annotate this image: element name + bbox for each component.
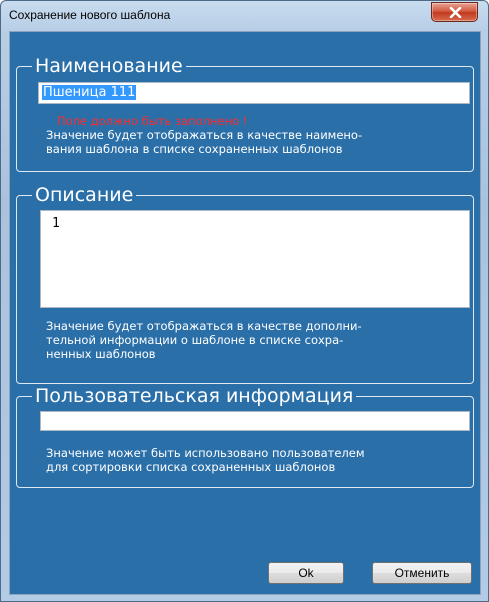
- description-textarea[interactable]: 1: [40, 210, 470, 308]
- close-icon: [449, 7, 462, 18]
- description-hint: Значение будет отображаться в качестве д…: [46, 319, 362, 361]
- user-info-group-legend: Пользовательская информация: [32, 385, 357, 407]
- cancel-button[interactable]: Отменить: [372, 562, 472, 584]
- close-button[interactable]: [431, 2, 478, 22]
- name-input-value: Пшеница 111: [42, 85, 137, 100]
- name-hint: Значение будет отображаться в качестве н…: [46, 128, 363, 156]
- name-input[interactable]: Пшеница 111: [38, 82, 470, 104]
- user-info-input[interactable]: [40, 411, 470, 431]
- name-group-legend: Наименование: [32, 55, 186, 77]
- user-info-hint: Значение может быть использовано пользов…: [46, 446, 365, 474]
- dialog-window: Сохранение нового шаблона Наименование П…: [0, 0, 489, 602]
- ok-button[interactable]: Ok: [268, 562, 344, 584]
- name-error-message: Поле должно быть заполнено !: [57, 114, 248, 128]
- title-bar[interactable]: Сохранение нового шаблона: [1, 1, 488, 31]
- description-group-legend: Описание: [32, 184, 137, 206]
- description-value: 1: [52, 216, 60, 231]
- window-title: Сохранение нового шаблона: [9, 8, 171, 22]
- dialog-content: Наименование Пшеница 111 Поле должно быт…: [9, 31, 481, 595]
- user-info-group: [16, 396, 474, 488]
